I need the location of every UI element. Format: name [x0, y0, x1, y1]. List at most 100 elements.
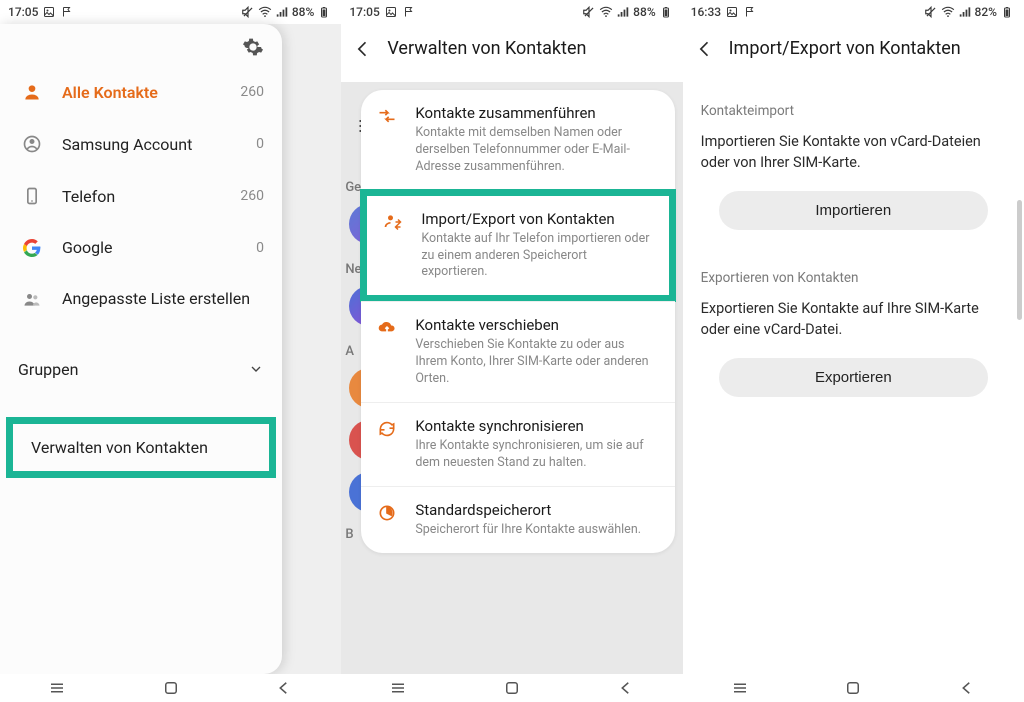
person-icon — [18, 82, 46, 102]
signal-icon — [616, 5, 630, 19]
flag-icon — [60, 5, 74, 19]
row-import-export[interactable]: Import/Export von Kontakten Kontakte auf… — [360, 189, 675, 303]
row-title: Standardspeicherort — [415, 501, 656, 519]
nav-bar — [683, 674, 1024, 702]
phone-icon — [18, 186, 46, 206]
wifi-icon — [941, 5, 955, 19]
group-icon — [18, 289, 46, 309]
import-button[interactable]: Importieren — [719, 191, 988, 230]
status-bar: 16:33 82% — [683, 0, 1024, 24]
row-sub: Ihre Kontakte synchronisieren, um sie au… — [415, 438, 656, 472]
bg-label-a: A — [345, 344, 354, 359]
nav-recents-icon[interactable] — [387, 677, 409, 699]
nav-back-icon[interactable] — [956, 677, 978, 699]
import-export-icon — [381, 210, 405, 232]
screen-import-export: 16:33 82% Import/Export von Kontakten Ko… — [683, 0, 1024, 702]
flag-icon — [743, 5, 757, 19]
nav-home-icon[interactable] — [842, 677, 864, 699]
manage-contacts-label: Verwalten von Kontakten — [31, 438, 208, 457]
back-icon[interactable] — [353, 39, 373, 59]
row-title: Kontakte synchronisieren — [415, 417, 656, 435]
status-time: 16:33 — [691, 5, 721, 19]
screen-title: Import/Export von Kontakten — [729, 38, 961, 59]
account-label: Alle Kontakte — [62, 83, 224, 102]
status-battery-pct: 88% — [633, 5, 655, 19]
account-count: 0 — [256, 136, 264, 152]
row-merge-contacts[interactable]: Kontakte zusammenführen Kontakte mit dem… — [361, 90, 674, 190]
chevron-down-icon — [248, 361, 264, 377]
screen-title: Verwalten von Kontakten — [387, 38, 586, 59]
row-sync-contacts[interactable]: Kontakte synchronisieren Ihre Kontakte s… — [361, 402, 674, 486]
screen-header: Import/Export von Kontakten — [683, 24, 1024, 77]
manage-card: Kontakte zusammenführen Kontakte mit dem… — [361, 90, 674, 553]
gear-icon[interactable] — [242, 36, 264, 58]
row-sub: Kontakte mit demselben Namen oder dersel… — [415, 125, 656, 176]
scrollbar[interactable] — [1017, 200, 1022, 320]
mute-icon — [241, 5, 255, 19]
google-icon — [18, 239, 46, 257]
nav-recents-icon[interactable] — [46, 677, 68, 699]
import-heading: Kontakteimport — [701, 103, 1006, 119]
row-title: Kontakte verschieben — [415, 316, 656, 334]
samsung-icon — [18, 134, 46, 154]
account-label: Telefon — [62, 187, 224, 206]
groups-label: Gruppen — [18, 360, 78, 379]
row-move-contacts[interactable]: Kontakte verschieben Verschieben Sie Kon… — [361, 301, 674, 402]
status-time: 17:05 — [349, 5, 379, 19]
status-bar: 17:05 88% — [341, 0, 682, 24]
flag-icon — [402, 5, 416, 19]
export-button[interactable]: Exportieren — [719, 358, 988, 397]
screen-header: Verwalten von Kontakten — [341, 24, 682, 77]
highlight-manage-contacts: Verwalten von Kontakten — [6, 417, 276, 478]
nav-back-icon[interactable] — [615, 677, 637, 699]
manage-contacts-row[interactable]: Verwalten von Kontakten — [13, 424, 269, 471]
contacts-drawer: Alle Kontakte 260 Samsung Account 0 Tele… — [0, 24, 282, 674]
screen-contacts-drawer: 17:05 88% Alle Kontakte 260 Samsung A — [0, 0, 341, 702]
account-count: 0 — [256, 240, 264, 256]
mute-icon — [924, 5, 938, 19]
account-google[interactable]: Google 0 — [0, 222, 282, 273]
picture-icon — [384, 5, 398, 19]
row-sub: Speicherort für Ihre Kontakte auswählen. — [415, 522, 656, 539]
mute-icon — [582, 5, 596, 19]
nav-recents-icon[interactable] — [729, 677, 751, 699]
row-sub: Kontakte auf Ihr Telefon importieren ode… — [421, 231, 650, 282]
status-bar: 17:05 88% — [0, 0, 341, 24]
row-title: Kontakte zusammenführen — [415, 104, 656, 122]
wifi-icon — [599, 5, 613, 19]
picture-icon — [725, 5, 739, 19]
account-custom-list[interactable]: Angepasste Liste erstellen — [0, 273, 282, 326]
account-all-contacts[interactable]: Alle Kontakte 260 — [0, 66, 282, 118]
screen-manage-contacts: 17:05 88% Verwalten von Kontakten Gelb N… — [341, 0, 682, 702]
status-battery-pct: 82% — [975, 5, 997, 19]
row-default-storage[interactable]: Standardspeicherort Speicherort für Ihre… — [361, 486, 674, 553]
merge-icon — [375, 104, 399, 126]
account-label: Samsung Account — [62, 135, 240, 154]
account-phone[interactable]: Telefon 260 — [0, 170, 282, 222]
nav-home-icon[interactable] — [160, 677, 182, 699]
account-count: 260 — [240, 188, 264, 204]
picture-icon — [42, 5, 56, 19]
wifi-icon — [258, 5, 272, 19]
sync-icon — [375, 417, 399, 439]
nav-home-icon[interactable] — [501, 677, 523, 699]
battery-icon — [659, 5, 673, 19]
back-icon[interactable] — [695, 39, 715, 59]
export-heading: Exportieren von Kontakten — [701, 270, 1006, 286]
export-desc: Exportieren Sie Kontakte auf Ihre SIM-Ka… — [701, 298, 1006, 340]
account-label: Google — [62, 238, 240, 257]
import-desc: Importieren Sie Kontakte von vCard-Datei… — [701, 131, 1006, 173]
status-battery-pct: 88% — [292, 5, 314, 19]
bg-label-b: B — [345, 527, 353, 542]
groups-row[interactable]: Gruppen — [0, 344, 282, 395]
row-title: Import/Export von Kontakten — [421, 210, 650, 228]
signal-icon — [275, 5, 289, 19]
nav-back-icon[interactable] — [273, 677, 295, 699]
battery-icon — [1000, 5, 1014, 19]
status-time: 17:05 — [8, 5, 38, 19]
account-label: Angepasste Liste erstellen — [62, 289, 264, 310]
battery-icon — [317, 5, 331, 19]
nav-bar — [341, 674, 682, 702]
account-samsung[interactable]: Samsung Account 0 — [0, 118, 282, 170]
nav-bar — [0, 674, 341, 702]
